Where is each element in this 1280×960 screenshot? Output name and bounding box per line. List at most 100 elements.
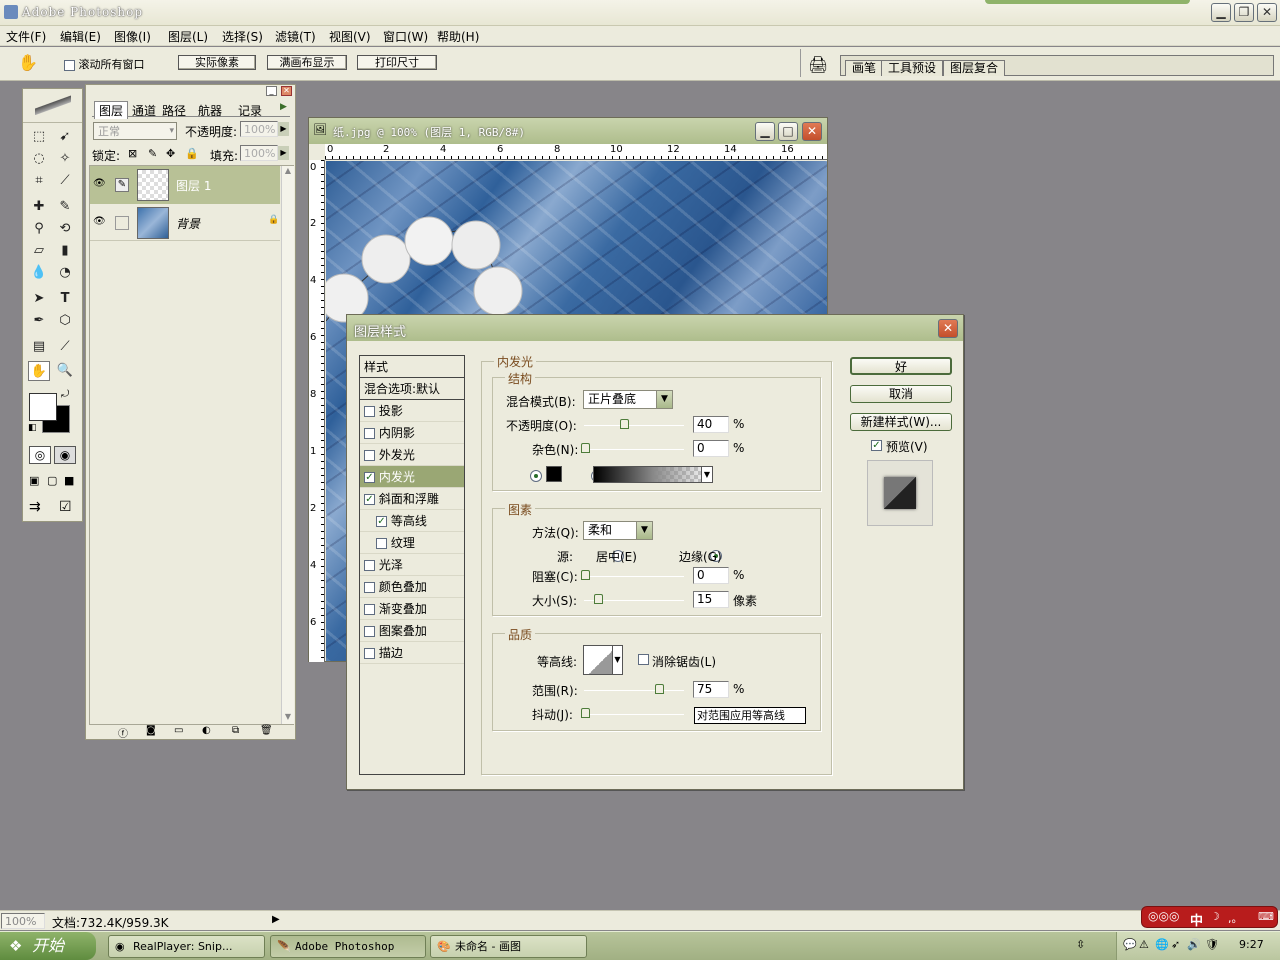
start-button[interactable]: ❖ 开始 xyxy=(0,932,96,960)
quick-mask-icon[interactable]: ◉ xyxy=(54,446,76,464)
print-size-button[interactable]: 打印尺寸 xyxy=(357,55,437,70)
style-bevel-emboss[interactable]: ✓ 斜面和浮雕 xyxy=(360,488,464,510)
checkbox-checked[interactable]: ✓ xyxy=(376,516,387,527)
checkbox-checked[interactable]: ✓ xyxy=(364,494,375,505)
contour-picker[interactable]: ▼ xyxy=(583,645,623,675)
fill-arrow-icon[interactable]: ▶ xyxy=(278,146,289,160)
preview-checkbox[interactable]: ✓ xyxy=(871,440,882,451)
opacity-input[interactable]: 100% xyxy=(240,121,278,137)
choke-input[interactable]: 0 xyxy=(693,567,729,584)
checkbox[interactable] xyxy=(364,582,375,593)
maximize-button[interactable]: ❐ xyxy=(1234,3,1254,22)
glow-color-swatch[interactable] xyxy=(546,466,562,482)
fit-on-screen-button[interactable]: 满画布显示 xyxy=(267,55,347,70)
checkbox[interactable] xyxy=(364,560,375,571)
shape-tool-icon[interactable]: ⬡ xyxy=(54,311,76,331)
new-group-icon[interactable]: ▭ xyxy=(174,725,183,736)
gradient-picker[interactable] xyxy=(593,466,713,483)
style-satin[interactable]: 光泽 xyxy=(360,554,464,576)
style-contour[interactable]: ✓ 等高线 xyxy=(360,510,464,532)
range-input[interactable]: 75 xyxy=(693,681,729,698)
style-inner-shadow[interactable]: 内阴影 xyxy=(360,422,464,444)
ime-indicator[interactable]: 中 xyxy=(1190,910,1203,929)
jitter-slider-thumb[interactable] xyxy=(581,708,590,718)
shield-tray-icon[interactable]: 🛡 xyxy=(1205,938,1219,951)
menu-file[interactable]: 文件(F) xyxy=(6,28,46,45)
lock-transparent-icon[interactable]: ⊠ xyxy=(128,147,137,160)
blend-mode-dropdown[interactable]: 正片叠底 ▼ xyxy=(583,390,673,409)
checkbox[interactable] xyxy=(364,648,375,659)
jitter-slider[interactable] xyxy=(584,714,684,715)
notes-tool-icon[interactable]: ▤ xyxy=(28,337,50,357)
range-slider[interactable] xyxy=(584,690,684,691)
adjustment-layer-icon[interactable]: ◐ xyxy=(202,725,211,736)
minimize-button[interactable]: ▁ xyxy=(1211,3,1231,22)
tab-navigator[interactable]: 航器 xyxy=(198,102,222,119)
checkbox[interactable] xyxy=(364,428,375,439)
pen-tool-icon[interactable]: ✒ xyxy=(28,311,50,331)
scroll-all-windows-option[interactable]: 滚动所有窗口 xyxy=(64,56,145,72)
layers-scrollbar[interactable]: ▲ ▼ xyxy=(281,166,294,724)
lock-image-icon[interactable]: ✎ xyxy=(148,147,157,160)
brush-link-icon[interactable]: ✎ xyxy=(115,178,129,192)
task-realplayer[interactable]: ◉ RealPlayer: Snip... xyxy=(108,935,265,958)
foreground-color-swatch[interactable] xyxy=(29,393,57,421)
eye-icon[interactable]: 👁 xyxy=(93,216,106,227)
crop-tool-icon[interactable]: ⌗ xyxy=(28,171,50,191)
choke-slider-thumb[interactable] xyxy=(581,570,590,580)
cancel-button[interactable]: 取消 xyxy=(850,385,952,403)
brush-tool-icon[interactable]: ✎ xyxy=(54,197,76,217)
tab-history[interactable]: 记录 xyxy=(238,102,262,119)
range-slider-thumb[interactable] xyxy=(655,684,664,694)
menu-help[interactable]: 帮助(H) xyxy=(437,28,479,45)
opacity-input[interactable]: 40 xyxy=(693,416,729,433)
solid-color-radio[interactable] xyxy=(530,469,542,482)
blending-options[interactable]: 混合选项:默认 xyxy=(360,378,464,400)
task-paint[interactable]: 🎨 未命名 - 画图 xyxy=(430,935,587,958)
marquee-tool-icon[interactable]: ⬚ xyxy=(28,127,50,147)
doc-minimize-button[interactable]: ▁ xyxy=(755,122,775,141)
gradient-dropdown-icon[interactable]: ▼ xyxy=(701,467,712,482)
imageready-checkbox-icon[interactable]: ☑ xyxy=(59,499,72,515)
style-inner-glow[interactable]: ✓ 内发光 xyxy=(360,466,464,488)
noise-slider[interactable] xyxy=(584,449,684,450)
ime-moon-icon[interactable]: ☽ xyxy=(1210,910,1220,923)
lock-all-icon[interactable]: 🔒 xyxy=(185,147,199,160)
blur-tool-icon[interactable]: 💧 xyxy=(28,263,50,283)
quick-launch-icon[interactable]: ⇳ xyxy=(1076,938,1085,951)
jump-to-imageready-icon[interactable]: ⇉ xyxy=(29,499,41,515)
tab-channels[interactable]: 通道 xyxy=(132,102,156,119)
menu-view[interactable]: 视图(V) xyxy=(329,28,371,45)
gradient-tool-icon[interactable]: ▮ xyxy=(54,241,76,261)
styles-header[interactable]: 样式 xyxy=(360,356,464,378)
fill-input[interactable]: 100% xyxy=(240,145,278,161)
zoom-tool-icon[interactable]: 🔍 xyxy=(54,361,76,381)
layer-style-icon[interactable]: ⓕ xyxy=(118,725,128,740)
checkbox[interactable] xyxy=(364,406,375,417)
close-button[interactable]: ✕ xyxy=(1257,3,1277,22)
size-input[interactable]: 15 xyxy=(693,591,729,608)
eye-icon[interactable]: 👁 xyxy=(93,178,106,189)
eyedropper-tool-icon[interactable]: ⟋ xyxy=(54,337,76,357)
method-dropdown[interactable]: 柔和 ▼ xyxy=(583,521,653,540)
menu-filter[interactable]: 滤镜(T) xyxy=(275,28,316,45)
volume-tray-icon[interactable]: 🔊 xyxy=(1187,938,1201,951)
menu-window[interactable]: 窗口(W) xyxy=(383,28,428,45)
tab-layers[interactable]: 图层 xyxy=(94,101,129,119)
new-layer-icon[interactable]: ⧉ xyxy=(232,725,239,736)
lasso-tool-icon[interactable]: ◌ xyxy=(28,149,50,169)
lock-position-icon[interactable]: ✥ xyxy=(166,147,175,160)
checkbox-checked[interactable]: ✓ xyxy=(364,472,375,483)
scroll-down-icon[interactable]: ▼ xyxy=(282,712,294,724)
style-outer-glow[interactable]: 外发光 xyxy=(360,444,464,466)
eraser-tool-icon[interactable]: ▱ xyxy=(28,241,50,261)
palette-tab-layer-comps[interactable]: 图层复合 xyxy=(943,60,1006,76)
swap-colors-icon[interactable]: ⤾ xyxy=(61,389,69,400)
network-tray-icon[interactable]: 🌐 xyxy=(1155,938,1169,951)
link-box[interactable] xyxy=(115,216,129,230)
style-color-overlay[interactable]: 颜色叠加 xyxy=(360,576,464,598)
actual-pixels-button[interactable]: 实际像素 xyxy=(178,55,256,70)
antialias-checkbox[interactable] xyxy=(638,654,649,665)
opacity-slider[interactable] xyxy=(584,425,684,426)
size-slider-thumb[interactable] xyxy=(594,594,603,604)
